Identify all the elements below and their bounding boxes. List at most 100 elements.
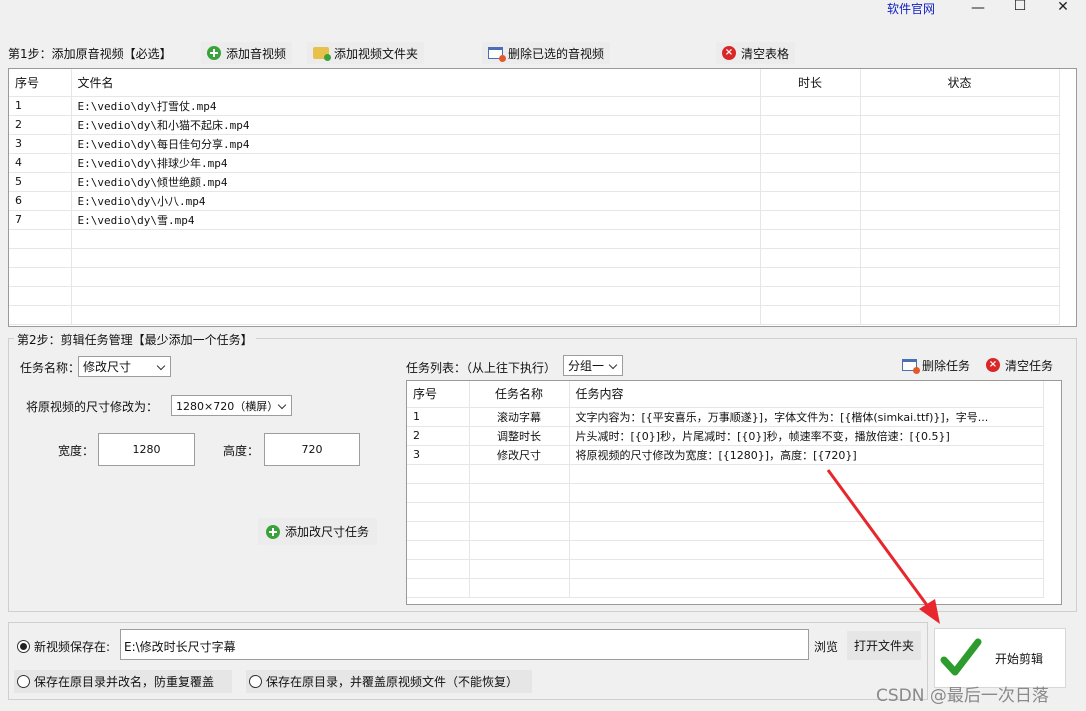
table-row[interactable]: 4 E:\vedio\dy\排球少年.mp4	[9, 153, 1060, 173]
task-row[interactable]: 2 调整时长 片头减时：[{0}]秒，片尾减时：[{0}]秒，帧速率不变，播放倍速：…	[407, 426, 1044, 446]
close-button[interactable]: ✕	[1043, 0, 1083, 19]
minimize-button[interactable]: —	[958, 0, 998, 20]
delete-window-icon	[902, 359, 920, 374]
task-col-name[interactable]: 任务名称	[469, 381, 570, 408]
row-index: 7	[9, 210, 72, 230]
table-row[interactable]: 6 E:\vedio\dy\小八.mp4	[9, 191, 1060, 211]
file-table-header: 序号 文件名 时长 状态	[9, 69, 1060, 97]
row-duration	[760, 191, 861, 211]
browse-button[interactable]: 浏览	[814, 638, 838, 655]
row-duration	[760, 134, 861, 154]
delete-selected-label: 删除已选的音视频	[508, 46, 605, 61]
clear-table-button[interactable]: × 清空表格	[716, 42, 796, 64]
height-input[interactable]: 720	[264, 433, 360, 466]
row-status	[860, 134, 1060, 154]
row-duration	[760, 96, 861, 116]
table-row[interactable]: 5 E:\vedio\dy\倾世绝颜.mp4	[9, 172, 1060, 192]
group-value: 分组一	[568, 359, 605, 373]
delete-task-button[interactable]: 删除任务	[896, 354, 976, 376]
delete-task-label: 删除任务	[922, 358, 971, 373]
col-index[interactable]: 序号	[9, 69, 72, 97]
row-status	[860, 96, 1060, 116]
file-table[interactable]: 序号 文件名 时长 状态 1 E:\vedio\dy\打雪仗.mp4 2 E:\ve…	[8, 68, 1077, 327]
row-index: 6	[9, 191, 72, 211]
row-status	[860, 210, 1060, 230]
start-edit-label: 开始剪辑	[995, 651, 1044, 666]
clear-icon: ×	[722, 46, 736, 60]
radio-icon	[249, 675, 262, 688]
row-file: E:\vedio\dy\雪.mp4	[71, 210, 761, 230]
empty-row	[9, 229, 1060, 249]
option-overwrite[interactable]: 保存在原目录，并覆盖原视频文件（不能恢复）	[246, 670, 533, 693]
start-edit-button[interactable]: 开始剪辑	[934, 628, 1066, 688]
table-row[interactable]: 2 E:\vedio\dy\和小猫不起床.mp4	[9, 115, 1060, 135]
task-row-content: 片头减时：[{0}]秒，片尾减时：[{0}]秒，帧速率不变，播放倍速：[{0.5…	[569, 426, 1044, 446]
row-index: 5	[9, 172, 72, 192]
add-video-folder-label: 添加视频文件夹	[334, 46, 419, 61]
task-row-index: 2	[407, 426, 470, 446]
add-video-folder-button[interactable]: 添加视频文件夹	[307, 42, 425, 64]
row-file: E:\vedio\dy\和小猫不起床.mp4	[71, 115, 761, 135]
clear-table-label: 清空表格	[741, 46, 790, 61]
maximize-button[interactable]: ☐	[1000, 0, 1040, 18]
delete-selected-button[interactable]: 删除已选的音视频	[482, 42, 611, 64]
task-list-label: 任务列表：（从上往下执行）	[406, 361, 557, 375]
empty-row	[9, 305, 1060, 325]
group-select[interactable]: 分组一	[563, 355, 623, 376]
task-row-index: 1	[407, 407, 470, 427]
task-row-name: 修改尺寸	[469, 445, 570, 465]
row-index: 1	[9, 96, 72, 116]
table-row[interactable]: 3 E:\vedio\dy\每日佳句分享.mp4	[9, 134, 1060, 154]
table-row[interactable]: 1 E:\vedio\dy\打雪仗.mp4	[9, 96, 1060, 116]
row-index: 2	[9, 115, 72, 135]
task-row-content: 将原视频的尺寸修改为宽度：[{1280}]，高度：[{720}]	[569, 445, 1044, 465]
task-name-select[interactable]: 修改尺寸	[78, 356, 171, 377]
row-file: E:\vedio\dy\小八.mp4	[71, 191, 761, 211]
delete-window-icon	[488, 47, 506, 62]
col-filename[interactable]: 文件名	[71, 69, 761, 97]
col-status[interactable]: 状态	[860, 69, 1060, 97]
chevron-down-icon	[609, 361, 619, 371]
check-icon	[940, 638, 982, 676]
add-icon	[207, 46, 221, 60]
chevron-down-icon	[278, 401, 288, 411]
task-row[interactable]: 1 滚动字幕 文字内容为：[{平安喜乐，万事顺遂}]，字体文件为：[{楷体(simk…	[407, 407, 1044, 427]
clear-tasks-label: 清空任务	[1005, 358, 1054, 373]
open-folder-button[interactable]: 打开文件夹	[847, 631, 922, 660]
task-col-index[interactable]: 序号	[407, 381, 470, 408]
height-label: 高度：	[223, 444, 260, 458]
empty-row	[9, 267, 1060, 287]
row-status	[860, 172, 1060, 192]
task-table[interactable]: 序号 任务名称 任务内容 1 滚动字幕 文字内容为：[{平安喜乐，万事顺遂}]，字体…	[406, 380, 1062, 605]
col-duration[interactable]: 时长	[760, 69, 861, 97]
width-input[interactable]: 1280	[98, 433, 195, 466]
chevron-down-icon	[157, 362, 167, 372]
step2-label: 第2步：剪辑任务管理【最少添加一个任务】	[14, 331, 256, 348]
resize-value: 1280×720（横屏）	[176, 399, 279, 413]
add-audio-video-button[interactable]: 添加音视频	[201, 42, 293, 64]
official-site-link[interactable]: 软件官网	[887, 0, 935, 17]
resize-select[interactable]: 1280×720（横屏）	[171, 395, 292, 416]
clear-tasks-button[interactable]: × 清空任务	[980, 354, 1059, 376]
row-status	[860, 191, 1060, 211]
task-row-name: 滚动字幕	[469, 407, 570, 427]
add-audio-video-label: 添加音视频	[226, 46, 287, 61]
watermark: CSDN @最后一次日落	[876, 686, 1049, 706]
add-resize-task-button[interactable]: 添加改尺寸任务	[258, 518, 378, 545]
resize-label: 将原视频的尺寸修改为：	[26, 400, 159, 414]
row-file: E:\vedio\dy\排球少年.mp4	[71, 153, 761, 173]
radio-icon	[17, 675, 30, 688]
save-new-label: 新视频保存在:	[34, 640, 111, 654]
table-row[interactable]: 7 E:\vedio\dy\雪.mp4	[9, 210, 1060, 230]
task-table-header: 序号 任务名称 任务内容	[407, 381, 1044, 408]
empty-row	[9, 248, 1060, 268]
save-path-input[interactable]: E:\修改时长尺寸字幕	[120, 629, 809, 660]
save-new-option[interactable]: 新视频保存在:	[17, 638, 110, 655]
option-overwrite-label: 保存在原目录，并覆盖原视频文件（不能恢复）	[266, 675, 519, 689]
row-duration	[760, 115, 861, 135]
arrow-head	[919, 599, 940, 624]
option-rename[interactable]: 保存在原目录并改名，防重复覆盖	[14, 670, 233, 693]
task-col-content[interactable]: 任务内容	[569, 381, 1044, 408]
row-duration	[760, 172, 861, 192]
task-name-value: 修改尺寸	[83, 360, 132, 374]
